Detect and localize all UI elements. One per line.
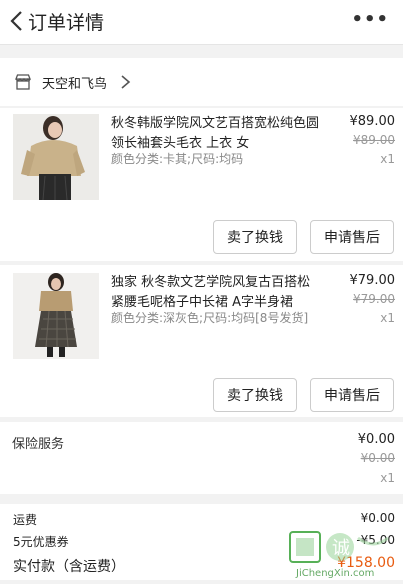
insurance-original-price: ¥0.00 — [360, 451, 395, 465]
back-arrow-icon[interactable] — [6, 9, 30, 33]
resell-button[interactable]: 卖了换钱 — [213, 220, 297, 254]
product-name[interactable]: 独家 秋冬款文艺学院风复古百搭松紧腰毛呢格子中长裙 A字半身裙 — [111, 273, 321, 313]
product-image-skirt[interactable] — [13, 273, 99, 359]
shop-name: 天空和飞鸟 — [42, 77, 108, 92]
insurance-label: 保险服务 — [12, 437, 65, 452]
insurance-row: 保险服务 ¥0.00 ¥0.00 x1 — [0, 422, 403, 494]
store-icon — [15, 74, 31, 90]
after-sales-button[interactable]: 申请售后 — [310, 378, 394, 412]
watermark-site: JiChengXin.com — [295, 568, 374, 579]
product-original-price: ¥89.00 — [353, 133, 395, 147]
shipping-label: 运费 — [13, 513, 38, 527]
resell-button[interactable]: 卖了换钱 — [213, 378, 297, 412]
product-image-sweater[interactable] — [13, 114, 99, 200]
product-quantity: x1 — [380, 311, 395, 325]
order-item: 秋冬韩版学院风文艺百搭宽松纯色圆领长袖套头毛衣 上衣 女 颜色分类:卡其;尺码:… — [0, 108, 403, 261]
shop-row[interactable]: 天空和飞鸟 — [0, 58, 403, 106]
watermark-logo: 诚 JiChengXin.com — [288, 530, 403, 580]
insurance-price: ¥0.00 — [357, 432, 395, 447]
product-spec: 颜色分类:深灰色;尺码:均码[8号发货] — [111, 311, 309, 325]
product-name[interactable]: 秋冬韩版学院风文艺百搭宽松纯色圆领长袖套头毛衣 上衣 女 — [111, 114, 321, 154]
watermark-glyph: 诚 — [332, 538, 350, 559]
total-label: 实付款（含运费） — [13, 559, 125, 575]
page-title: 订单详情 — [28, 12, 105, 34]
shipping-value: ¥0.00 — [360, 511, 395, 525]
coupon-label: 5元优惠券 — [13, 535, 69, 549]
product-price: ¥79.00 — [349, 273, 396, 288]
nav-header: 订单详情 ••• — [0, 0, 403, 45]
chevron-right-icon — [121, 75, 131, 89]
order-item: 独家 秋冬款文艺学院风复古百搭松紧腰毛呢格子中长裙 A字半身裙 颜色分类:深灰色… — [0, 265, 403, 417]
insurance-quantity: x1 — [380, 471, 395, 485]
product-original-price: ¥79.00 — [353, 292, 395, 306]
product-spec: 颜色分类:卡其;尺码:均码 — [111, 152, 244, 166]
product-price: ¥89.00 — [349, 114, 396, 129]
more-options-icon[interactable]: ••• — [351, 11, 389, 29]
after-sales-button[interactable]: 申请售后 — [310, 220, 394, 254]
product-quantity: x1 — [380, 152, 395, 166]
